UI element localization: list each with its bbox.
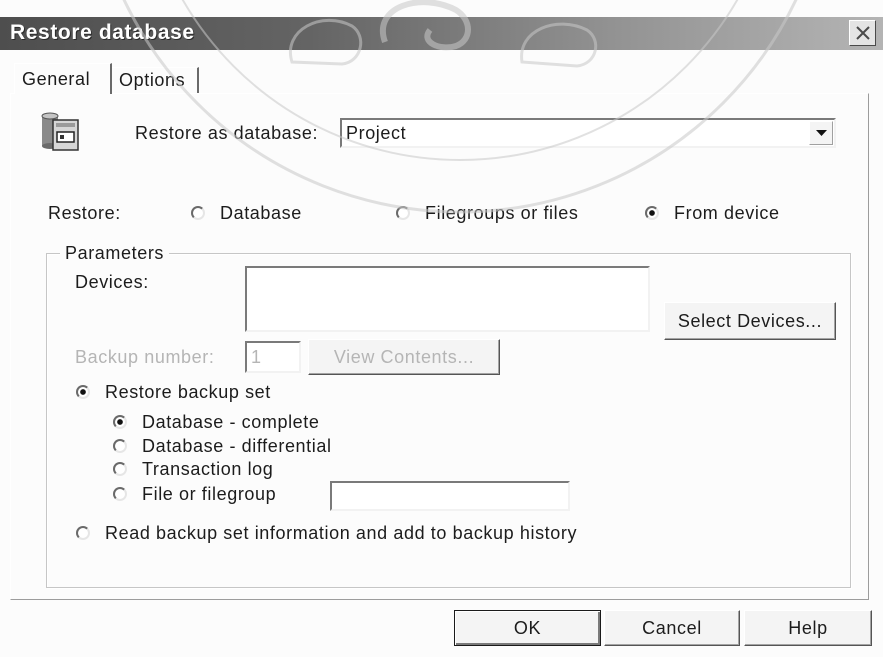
tab-options[interactable]: Options <box>112 67 199 93</box>
cancel-button[interactable]: Cancel <box>604 610 740 646</box>
transaction-log-label: Transaction log <box>142 458 274 479</box>
view-contents-button[interactable]: View Contents... <box>308 339 500 375</box>
restore-backup-set-option[interactable]: Restore backup set <box>76 382 271 402</box>
ok-button[interactable]: OK <box>454 610 601 646</box>
help-button[interactable]: Help <box>744 610 872 646</box>
backup-number-label: Backup number: <box>75 347 215 367</box>
restore-from-device-option[interactable]: From device <box>645 203 780 223</box>
devices-list[interactable] <box>245 266 650 332</box>
restore-database-dialog: Restore database General Options Restore… <box>0 0 883 657</box>
restore-filegroups-label: Filegroups or files <box>425 202 579 223</box>
devices-label: Devices: <box>75 272 149 292</box>
restore-backup-set-label: Restore backup set <box>105 381 271 402</box>
restore-from-database-option[interactable]: Database <box>191 203 302 223</box>
database-complete-option[interactable]: Database - complete <box>113 412 320 432</box>
restore-filegroups-radio[interactable] <box>396 206 410 220</box>
combobox-dropdown-button[interactable] <box>809 121 833 145</box>
restore-from-device-label: From device <box>674 202 780 223</box>
restore-from-database-radio[interactable] <box>191 206 205 220</box>
close-icon <box>855 26 870 40</box>
tab-general-label: General <box>22 68 91 89</box>
parameters-legend: Parameters <box>60 243 170 263</box>
restore-as-database-value: Project <box>346 123 407 143</box>
title-bar[interactable]: Restore database <box>0 17 883 50</box>
restore-from-database-label: Database <box>220 202 302 223</box>
chevron-down-icon <box>815 130 827 136</box>
database-complete-label: Database - complete <box>142 411 320 432</box>
database-restore-icon <box>41 112 79 151</box>
close-button[interactable] <box>849 20 876 46</box>
database-differential-option[interactable]: Database - differential <box>113 436 332 456</box>
file-or-filegroup-input[interactable] <box>330 481 570 511</box>
read-backup-info-option[interactable]: Read backup set information and add to b… <box>76 523 577 543</box>
file-or-filegroup-option[interactable]: File or filegroup <box>113 484 276 504</box>
restore-filegroups-option[interactable]: Filegroups or files <box>396 203 578 223</box>
tab-options-label: Options <box>119 70 186 90</box>
backup-number-input[interactable] <box>245 341 301 373</box>
database-complete-radio[interactable] <box>113 415 127 429</box>
select-devices-button[interactable]: Select Devices... <box>664 302 836 340</box>
tab-general[interactable]: General <box>14 63 112 94</box>
transaction-log-radio[interactable] <box>113 462 127 476</box>
restore-label: Restore: <box>48 203 121 223</box>
window-title: Restore database <box>10 21 195 44</box>
restore-as-database-label: Restore as database: <box>135 123 319 143</box>
database-differential-label: Database - differential <box>142 435 332 456</box>
transaction-log-option[interactable]: Transaction log <box>113 459 273 479</box>
read-backup-info-label: Read backup set information and add to b… <box>105 522 578 543</box>
restore-backup-set-radio[interactable] <box>76 385 90 399</box>
restore-from-device-radio[interactable] <box>645 206 659 220</box>
read-backup-info-radio[interactable] <box>76 526 90 540</box>
file-or-filegroup-label: File or filegroup <box>142 483 277 504</box>
database-differential-radio[interactable] <box>113 439 127 453</box>
file-or-filegroup-radio[interactable] <box>113 487 127 501</box>
restore-as-database-combobox[interactable]: Project <box>340 118 836 148</box>
